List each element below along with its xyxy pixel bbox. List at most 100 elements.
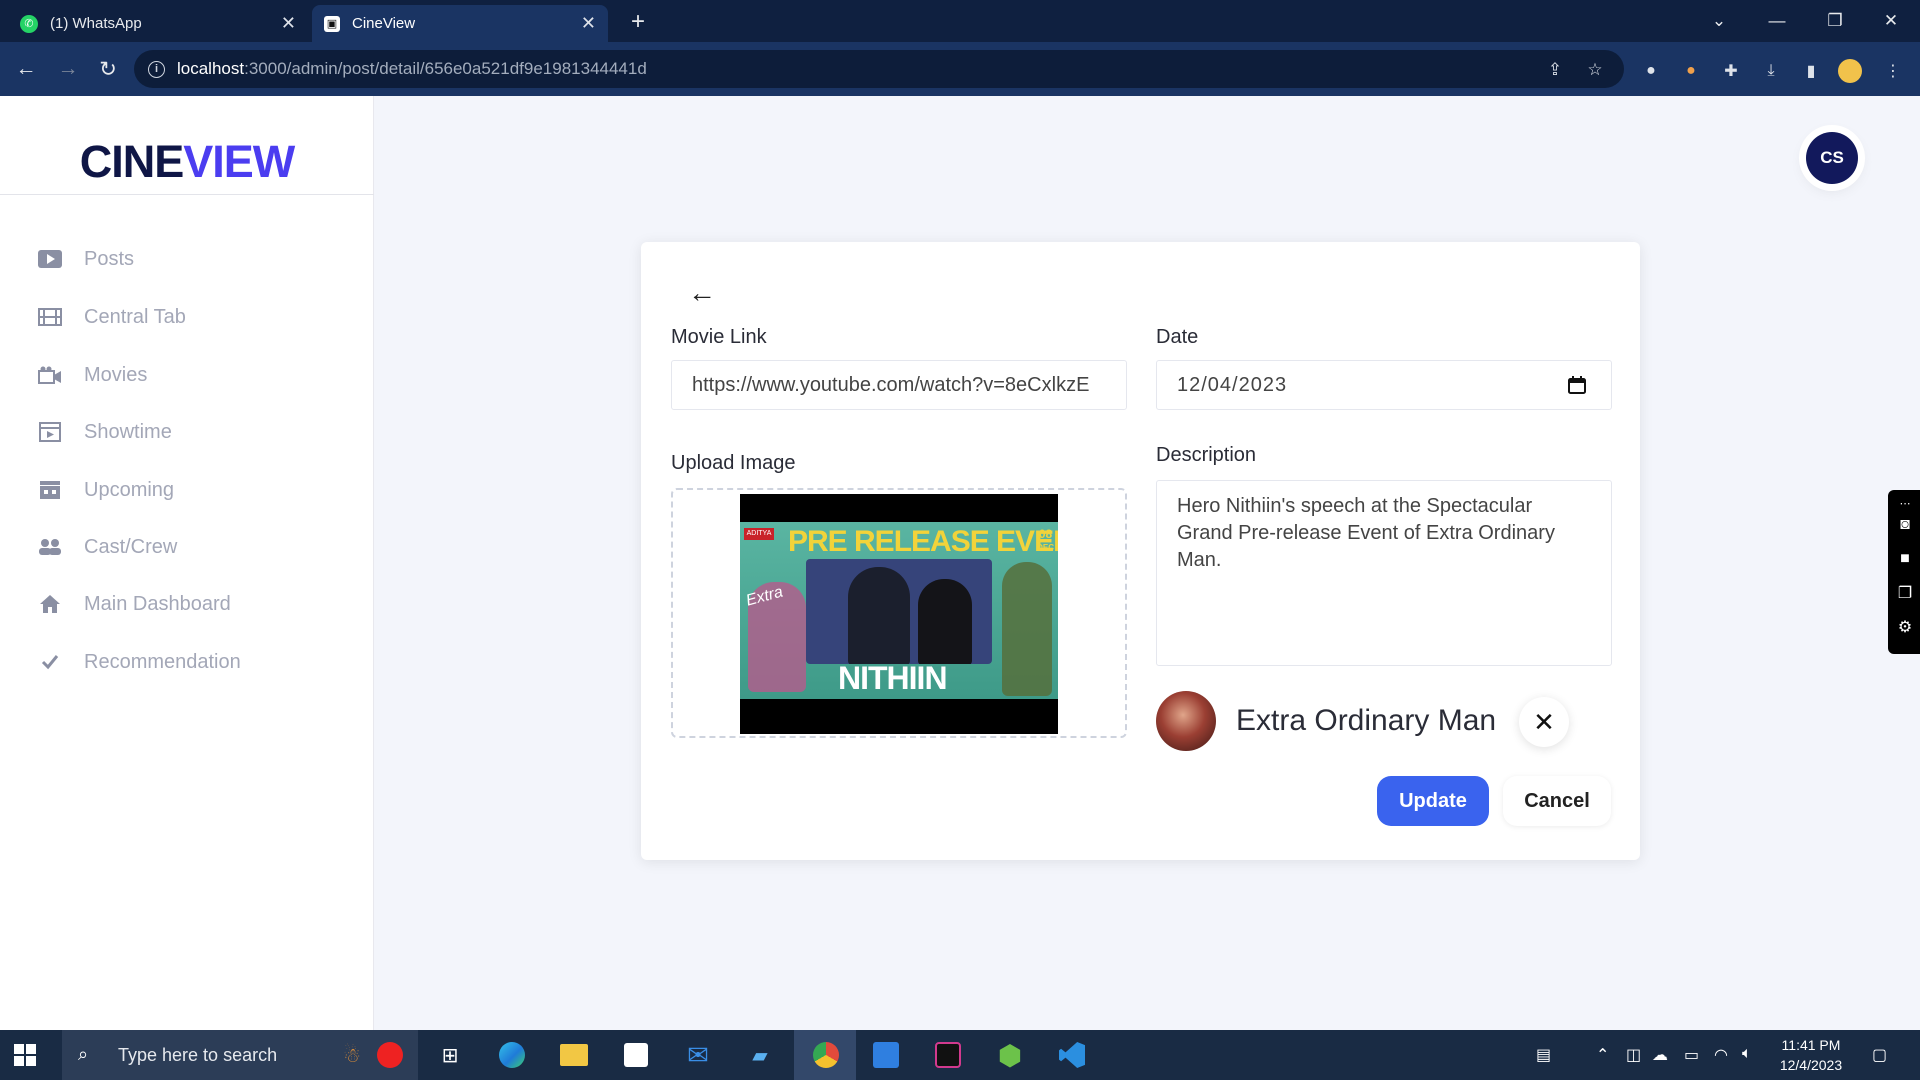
date-input[interactable]: 12/04/2023 [1156, 360, 1612, 410]
clock-time: 11:41 PM [1781, 1037, 1841, 1053]
search-placeholder: Type here to search [118, 1044, 278, 1065]
thumbnail-banner: PRE RELEASE EVENT [788, 525, 1058, 558]
remove-movie-close-icon[interactable]: ✕ [1519, 697, 1569, 747]
profile-avatar[interactable] [1838, 59, 1862, 83]
calendar-app-icon[interactable] [870, 1039, 902, 1071]
floating-tool-panel: ⋯ ◙ ■ ❐ ⚙ [1888, 490, 1920, 654]
sidebar-item-main-dashboard[interactable]: Main Dashboard [38, 589, 231, 619]
cineview-icon: ▣ [324, 15, 340, 32]
store-icon[interactable] [620, 1039, 652, 1071]
sidebar-item-movies[interactable]: Movies [38, 360, 147, 390]
close-tab-icon[interactable]: ✕ [281, 13, 296, 34]
reload-icon[interactable]: ↻ [92, 53, 124, 85]
restore-button[interactable]: ❐ [1806, 0, 1864, 42]
showtime-icon [38, 421, 62, 443]
app-logo[interactable]: CINEVIEW [0, 136, 374, 188]
gingerbread-icon[interactable]: ☃ [336, 1039, 368, 1071]
puzzle-extensions-icon[interactable]: ✚ [1718, 58, 1744, 84]
user-avatar[interactable]: CS [1806, 132, 1858, 184]
wifi-icon[interactable]: ◠ [1714, 1045, 1728, 1065]
new-tab-button[interactable]: + [624, 8, 652, 36]
sidebar-item-posts[interactable]: Posts [38, 244, 134, 274]
sidebar-item-cast-crew[interactable]: Cast/Crew [38, 532, 177, 562]
settings-gear-icon[interactable]: ⚙ [1894, 616, 1916, 638]
description-textarea[interactable]: Hero Nithiin's speech at the Spectacular… [1156, 480, 1612, 666]
movie-link-input[interactable]: https://www.youtube.com/watch?v=8eCxlkzE [671, 360, 1127, 410]
sidebar-item-label: Cast/Crew [84, 535, 178, 558]
sidebar: CINEVIEW Posts Central Tab Movies Showti… [0, 96, 374, 1030]
windows-start-icon[interactable] [14, 1044, 36, 1066]
sidebar-item-central-tab[interactable]: Central Tab [38, 302, 186, 332]
sidebar-item-label: Main Dashboard [84, 592, 231, 615]
battery-icon[interactable]: ▭ [1684, 1045, 1699, 1065]
thumbnail-brand: ADITYA [744, 528, 774, 540]
thumbnail-poster: ADITYA PRE RELEASE EVENT 08DEC Extra NIT… [740, 522, 1058, 699]
terminal-icon[interactable] [932, 1039, 964, 1071]
upload-image-dropzone[interactable]: ADITYA PRE RELEASE EVENT 08DEC Extra NIT… [671, 488, 1127, 738]
news-widget-icon[interactable]: ▤ [1536, 1045, 1551, 1065]
url-path: :3000/admin/post/detail/656e0a521df9e198… [244, 59, 647, 78]
minimize-button[interactable]: — [1748, 0, 1806, 42]
tab-title: (1) WhatsApp [50, 15, 142, 32]
window-icon[interactable]: ❐ [1894, 582, 1916, 604]
sidebar-item-label: Movies [84, 363, 148, 386]
vscode-icon[interactable] [1056, 1039, 1088, 1071]
mail-icon[interactable]: ✉ [682, 1039, 714, 1071]
link-icon[interactable]: ⋯ [1894, 492, 1916, 514]
close-tab-icon[interactable]: ✕ [581, 13, 596, 34]
chrome-icon[interactable] [810, 1039, 842, 1071]
edge-browser-icon[interactable] [496, 1039, 528, 1071]
site-info-icon[interactable]: i [148, 60, 165, 78]
thumbnail-date-day: 08 [1038, 527, 1053, 541]
video-record-icon[interactable]: ■ [1894, 548, 1916, 570]
camera-icon [38, 364, 62, 386]
calendar-icon[interactable] [1567, 375, 1587, 395]
bookmark-star-icon[interactable]: ☆ [1584, 59, 1606, 81]
thumbnail-hero-name: NITHIIN [838, 660, 948, 696]
menu-kebab-icon[interactable]: ⋮ [1880, 58, 1906, 84]
sidebar-item-label: Recommendation [84, 650, 241, 673]
camera-icon[interactable]: ◙ [1894, 514, 1916, 536]
record-icon[interactable] [374, 1039, 406, 1071]
logo-part-cine: CINE [79, 136, 185, 187]
thumbnail-date-month: DEC [1037, 543, 1054, 552]
description-label: Description [1156, 444, 1257, 466]
sidebar-item-label: Showtime [84, 420, 172, 443]
tab-cineview[interactable]: ▣ CineView ✕ [312, 5, 608, 42]
movie-link-label: Movie Link [671, 326, 767, 348]
notification-icon[interactable]: ▢ [1872, 1045, 1887, 1065]
tab-whatsapp[interactable]: ✆ (1) WhatsApp ✕ [8, 5, 308, 42]
forward-nav-icon[interactable]: → [52, 53, 84, 85]
thumbnail-date: 08 DEC [1037, 528, 1054, 554]
extension-icon[interactable]: ● [1678, 58, 1704, 84]
pc-icon[interactable]: ▰ [744, 1039, 776, 1071]
search-icon: ⌕ [78, 1044, 89, 1064]
thumbnail-figure-right [1002, 562, 1052, 696]
file-explorer-icon[interactable] [558, 1039, 590, 1071]
sidepanel-icon[interactable]: ▮ [1798, 58, 1824, 84]
volume-icon[interactable]: 🔈︎ [1742, 1045, 1752, 1063]
task-view-icon[interactable]: ⊞ [434, 1039, 466, 1071]
share-icon[interactable]: ⇪ [1544, 59, 1566, 81]
sidebar-item-recommendation[interactable]: Recommendation [38, 647, 241, 677]
thumbnail-person [918, 579, 972, 664]
back-nav-icon[interactable]: ← [10, 53, 42, 85]
cancel-button[interactable]: Cancel [1503, 776, 1611, 826]
tray-chevron-icon[interactable]: ⌃ [1596, 1045, 1609, 1065]
back-arrow-icon[interactable]: ← [688, 277, 716, 308]
video-icon [38, 248, 62, 270]
close-window-button[interactable]: ✕ [1862, 0, 1920, 42]
download-icon[interactable]: ⤓ [1758, 58, 1784, 84]
update-button[interactable]: Update [1377, 776, 1489, 826]
address-bar[interactable]: i localhost:3000/admin/post/detail/656e0… [134, 50, 1624, 88]
sidebar-item-upcoming[interactable]: Upcoming [38, 475, 174, 505]
onedrive-icon[interactable]: ☁ [1652, 1045, 1668, 1065]
tab-search-icon[interactable]: ⌄ [1690, 0, 1748, 42]
extension-icon[interactable]: ● [1638, 58, 1664, 84]
sidebar-item-showtime[interactable]: Showtime [38, 417, 172, 447]
system-clock[interactable]: 11:41 PM 12/4/2023 [1766, 1035, 1856, 1075]
whatsapp-icon: ✆ [20, 14, 38, 33]
meet-icon[interactable]: ◫ [1626, 1045, 1641, 1065]
nodejs-icon[interactable]: ⬢ [994, 1039, 1026, 1071]
windows-taskbar: ⌕ Type here to search ☃ ⊞ ✉ ▰ ⬢ ▤ ⌃ ◫ ☁ … [0, 1030, 1920, 1080]
